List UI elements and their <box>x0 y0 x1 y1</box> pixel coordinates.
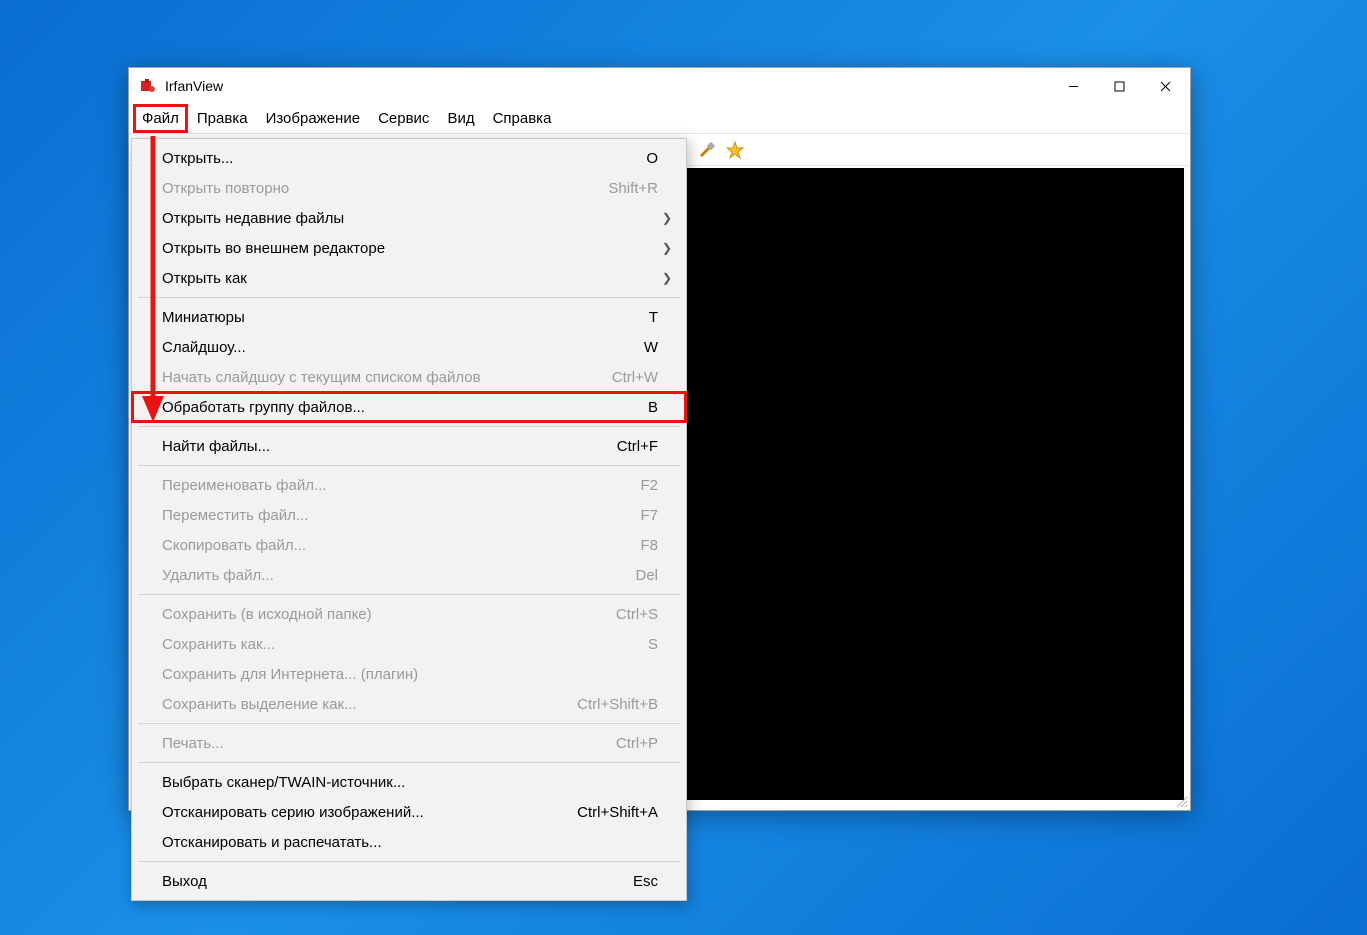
menu-item-shortcut: S <box>648 636 658 653</box>
menu-item-label: Начать слайдшоу с текущим списком файлов <box>162 369 592 386</box>
menu-item-shortcut: Shift+R <box>608 180 658 197</box>
menu-item-shortcut: T <box>649 309 658 326</box>
menu-item-слайдшоу[interactable]: Слайдшоу... W <box>132 332 686 362</box>
menu-item-сохранить-в-исходной-папке: Сохранить (в исходной папке) Ctrl+S <box>132 599 686 629</box>
menu-item-открыть-повторно: Открыть повторно Shift+R <box>132 173 686 203</box>
menu-item-сохранить-выделение-как: Сохранить выделение как... Ctrl+Shift+B <box>132 689 686 719</box>
menu-item-shortcut: Del <box>635 567 658 584</box>
menu-item-label: Печать... <box>162 735 596 752</box>
menu-item-label: Открыть как <box>162 270 658 287</box>
menu-item-shortcut: Ctrl+P <box>616 735 658 752</box>
about-icon[interactable] <box>723 138 747 162</box>
menu-item-label: Сохранить как... <box>162 636 628 653</box>
menu-item-shortcut: F7 <box>640 507 658 524</box>
menu-item-label: Открыть... <box>162 150 626 167</box>
app-icon <box>139 77 157 95</box>
menu-separator <box>138 723 680 724</box>
menu-item-открыть[interactable]: Открыть... O <box>132 143 686 173</box>
minimize-button[interactable] <box>1050 70 1096 102</box>
menu-separator <box>138 594 680 595</box>
chevron-right-icon: ❯ <box>662 211 672 225</box>
menu-separator <box>138 465 680 466</box>
menu-item-label: Обработать группу файлов... <box>162 399 628 416</box>
menu-item-label: Открыть повторно <box>162 180 588 197</box>
menu-item-найти-файлы[interactable]: Найти файлы... Ctrl+F <box>132 431 686 461</box>
app-title: IrfanView <box>165 78 223 94</box>
menu-item-shortcut: Ctrl+Shift+A <box>577 804 658 821</box>
menu-справка[interactable]: Справка <box>484 104 561 133</box>
menu-item-label: Сохранить для Интернета... (плагин) <box>162 666 658 683</box>
menu-separator <box>138 426 680 427</box>
menu-item-открыть-во-внешнем-редакторе[interactable]: Открыть во внешнем редакторе ❯ <box>132 233 686 263</box>
menu-item-label: Сохранить (в исходной папке) <box>162 606 596 623</box>
menu-separator <box>138 861 680 862</box>
menu-сервис[interactable]: Сервис <box>369 104 438 133</box>
menu-item-label: Найти файлы... <box>162 438 597 455</box>
menu-item-shortcut: W <box>644 339 658 356</box>
menu-item-отсканировать-и-распечатать[interactable]: Отсканировать и распечатать... <box>132 827 686 857</box>
menu-item-label: Отсканировать серию изображений... <box>162 804 557 821</box>
menu-item-shortcut: Esc <box>633 873 658 890</box>
menu-item-shortcut: Ctrl+Shift+B <box>577 696 658 713</box>
menu-item-label: Выход <box>162 873 613 890</box>
menu-item-сохранить-как: Сохранить как... S <box>132 629 686 659</box>
menu-item-выход[interactable]: Выход Esc <box>132 866 686 896</box>
menu-item-shortcut: O <box>646 150 658 167</box>
menu-item-переместить-файл: Переместить файл... F7 <box>132 500 686 530</box>
menu-item-label: Удалить файл... <box>162 567 615 584</box>
menu-item-label: Переместить файл... <box>162 507 620 524</box>
menu-item-label: Скопировать файл... <box>162 537 620 554</box>
menu-item-label: Слайдшоу... <box>162 339 624 356</box>
menu-item-shortcut: Ctrl+F <box>617 438 658 455</box>
menu-item-печать: Печать... Ctrl+P <box>132 728 686 758</box>
menu-item-label: Выбрать сканер/TWAIN-источник... <box>162 774 658 791</box>
menu-item-удалить-файл: Удалить файл... Del <box>132 560 686 590</box>
menu-item-shortcut: Ctrl+W <box>612 369 658 386</box>
menu-item-открыть-как[interactable]: Открыть как ❯ <box>132 263 686 293</box>
maximize-button[interactable] <box>1096 70 1142 102</box>
menu-item-сохранить-для-интернета-плагин: Сохранить для Интернета... (плагин) <box>132 659 686 689</box>
close-button[interactable] <box>1142 70 1188 102</box>
menu-item-начать-слайдшоу-с-текущим-списком-файлов: Начать слайдшоу с текущим списком файлов… <box>132 362 686 392</box>
menu-item-label: Открыть недавние файлы <box>162 210 658 227</box>
menu-item-миниатюры[interactable]: Миниатюры T <box>132 302 686 332</box>
menu-item-открыть-недавние-файлы[interactable]: Открыть недавние файлы ❯ <box>132 203 686 233</box>
menu-item-shortcut: B <box>648 399 658 416</box>
menu-item-shortcut: Ctrl+S <box>616 606 658 623</box>
menu-item-label: Открыть во внешнем редакторе <box>162 240 658 257</box>
menu-separator <box>138 762 680 763</box>
menu-item-shortcut: F8 <box>640 537 658 554</box>
titlebar[interactable]: IrfanView <box>129 68 1190 104</box>
menu-item-label: Переименовать файл... <box>162 477 620 494</box>
menu-item-shortcut: F2 <box>640 477 658 494</box>
menu-item-отсканировать-серию-изображений[interactable]: Отсканировать серию изображений... Ctrl+S… <box>132 797 686 827</box>
menu-item-label: Миниатюры <box>162 309 629 326</box>
menu-изображение[interactable]: Изображение <box>257 104 370 133</box>
resize-grip-icon[interactable] <box>1174 794 1188 808</box>
settings-icon[interactable] <box>695 138 719 162</box>
chevron-right-icon: ❯ <box>662 241 672 255</box>
menu-item-обработать-группу-файлов[interactable]: Обработать группу файлов... B <box>132 392 686 422</box>
menu-item-переименовать-файл: Переименовать файл... F2 <box>132 470 686 500</box>
menu-файл[interactable]: Файл <box>133 104 188 133</box>
menubar: ФайлПравкаИзображениеСервисВидСправка <box>129 104 1190 134</box>
menu-вид[interactable]: Вид <box>438 104 483 133</box>
menu-item-скопировать-файл: Скопировать файл... F8 <box>132 530 686 560</box>
menu-separator <box>138 297 680 298</box>
file-menu-dropdown: Открыть...OОткрыть повторноShift+RОткрыт… <box>131 138 687 901</box>
menu-item-выбрать-сканер-twain-источник[interactable]: Выбрать сканер/TWAIN-источник... <box>132 767 686 797</box>
menu-правка[interactable]: Правка <box>188 104 257 133</box>
menu-item-label: Отсканировать и распечатать... <box>162 834 658 851</box>
chevron-right-icon: ❯ <box>662 271 672 285</box>
menu-item-label: Сохранить выделение как... <box>162 696 557 713</box>
